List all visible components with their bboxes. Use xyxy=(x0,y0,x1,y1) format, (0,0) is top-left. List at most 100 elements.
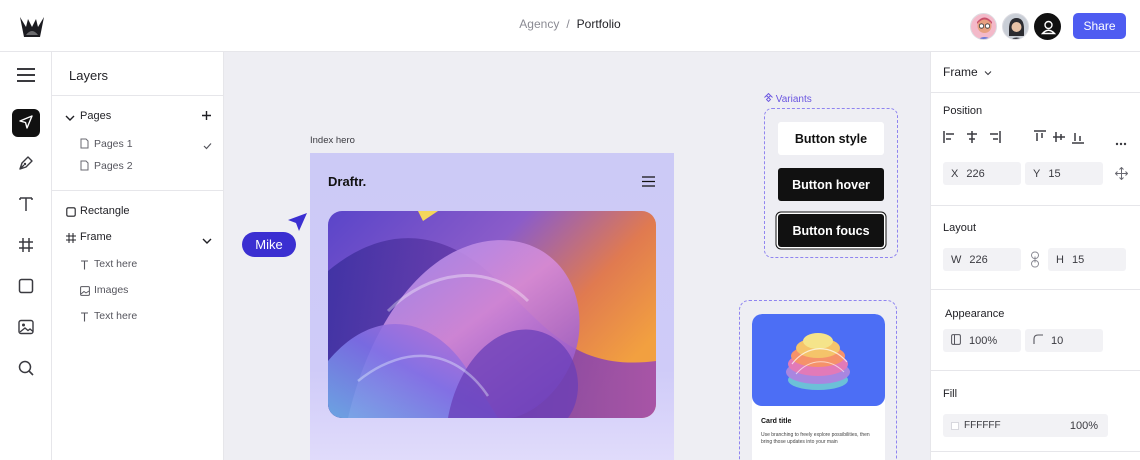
page-item-2[interactable]: Pages 2 xyxy=(94,160,133,172)
breadcrumb: Agency / Portfolio xyxy=(0,17,1140,31)
frame-dropdown[interactable]: Frame xyxy=(943,65,992,79)
layers-panel: Layers Pages Pages 1 Pages 2 Rectangle F… xyxy=(52,52,224,460)
y-label: Y xyxy=(1033,167,1041,180)
collaborator-cursor-icon xyxy=(286,212,308,235)
frame-dropdown-label: Frame xyxy=(943,65,978,79)
text-layer-icon xyxy=(80,259,89,273)
button-style-variant[interactable]: Button style xyxy=(778,122,884,155)
layer-frame[interactable]: Frame xyxy=(80,231,112,243)
properties-panel: Frame Position X 226 Y 15 Layout W 226 H… xyxy=(930,52,1140,460)
component-icon xyxy=(764,92,776,105)
layers-title: Layers xyxy=(69,68,109,83)
divider xyxy=(931,205,1140,206)
more-options-icon[interactable] xyxy=(1115,135,1127,149)
rectangle-tool-button[interactable] xyxy=(12,273,40,301)
check-icon xyxy=(203,139,212,153)
frame-layer-icon xyxy=(66,232,76,246)
page-doc-icon xyxy=(80,160,89,174)
align-right-icon[interactable] xyxy=(987,131,1001,146)
opacity-field[interactable]: 100% xyxy=(943,329,1021,352)
canvas[interactable]: Index hero Draftr. Mike Variants Button … xyxy=(224,52,930,460)
appearance-title: Appearance xyxy=(945,308,1005,320)
collaborator-name-tag: Mike xyxy=(242,232,296,257)
send-arrow-icon xyxy=(18,114,34,133)
layer-rectangle[interactable]: Rectangle xyxy=(80,205,130,217)
width-field[interactable]: W 226 xyxy=(943,248,1021,271)
card-description: Use branching to freely explore possibil… xyxy=(761,432,870,446)
move-crosshair-icon[interactable] xyxy=(1114,166,1129,183)
chevron-down-icon xyxy=(984,65,992,79)
text-icon xyxy=(17,195,35,216)
layer-images[interactable]: Images xyxy=(94,284,128,296)
text-tool-button[interactable] xyxy=(12,191,40,219)
divider xyxy=(931,92,1140,93)
variants-frame[interactable]: Button style Button hover Button foucs xyxy=(764,108,898,258)
button-hover-variant[interactable]: Button hover xyxy=(778,168,884,201)
fill-swatch[interactable] xyxy=(951,421,959,430)
text-layer-icon xyxy=(80,311,89,325)
variants-label: Variants xyxy=(764,92,812,105)
fill-title: Fill xyxy=(943,388,958,400)
layer-text-2[interactable]: Text here xyxy=(94,310,137,322)
x-label: X xyxy=(951,167,959,180)
image-tool-button[interactable] xyxy=(12,314,40,342)
variants-text: Variants xyxy=(775,94,812,105)
button-focus-variant[interactable]: Button foucs xyxy=(778,214,884,247)
corner-radius-field[interactable]: 10 xyxy=(1025,329,1103,352)
move-tool-button[interactable] xyxy=(12,109,40,137)
align-middle-icon[interactable] xyxy=(1053,130,1065,147)
fill-color-field[interactable]: FFFFFF 100% xyxy=(943,414,1108,437)
card-image xyxy=(752,314,885,406)
image-icon xyxy=(17,318,35,339)
y-value: 15 xyxy=(1048,167,1061,180)
w-value: 226 xyxy=(969,253,988,266)
y-position-field[interactable]: Y 15 xyxy=(1025,162,1103,185)
breadcrumb-current[interactable]: Portfolio xyxy=(577,17,621,31)
align-center-icon[interactable] xyxy=(965,131,979,146)
divider xyxy=(931,289,1140,290)
divider xyxy=(52,95,224,96)
card-title: Card title xyxy=(761,418,792,425)
page-doc-icon xyxy=(80,138,89,152)
hero-title: Draftr. xyxy=(328,174,367,189)
menu-icon[interactable] xyxy=(16,67,36,83)
pen-tool-button[interactable] xyxy=(12,150,40,178)
position-title: Position xyxy=(943,105,983,117)
align-bottom-icon[interactable] xyxy=(1072,130,1084,147)
h-label: H xyxy=(1056,253,1064,266)
square-icon xyxy=(17,277,35,298)
corner-radius-value: 10 xyxy=(1051,334,1064,347)
height-field[interactable]: H 15 xyxy=(1048,248,1126,271)
chevron-down-icon[interactable] xyxy=(65,111,75,125)
x-value: 226 xyxy=(966,167,985,180)
divider xyxy=(52,190,224,191)
add-page-icon[interactable] xyxy=(201,110,212,124)
divider xyxy=(931,451,1140,452)
link-icon[interactable] xyxy=(1030,251,1040,271)
x-position-field[interactable]: X 226 xyxy=(943,162,1021,185)
breadcrumb-separator: / xyxy=(566,17,570,31)
image-layer-icon xyxy=(80,285,90,299)
share-button[interactable]: Share xyxy=(1073,13,1126,39)
pen-icon xyxy=(17,154,35,175)
chevron-down-icon[interactable] xyxy=(202,234,212,248)
breadcrumb-parent[interactable]: Agency xyxy=(519,17,559,31)
hamburger-icon[interactable] xyxy=(642,176,655,190)
w-label: W xyxy=(951,253,962,266)
pages-label[interactable]: Pages xyxy=(80,110,111,122)
align-left-icon[interactable] xyxy=(943,131,957,146)
hero-image xyxy=(328,211,656,418)
tool-rail xyxy=(0,52,52,460)
page-item-1[interactable]: Pages 1 xyxy=(94,138,133,150)
avatar[interactable] xyxy=(970,13,997,40)
layer-text-1[interactable]: Text here xyxy=(94,258,137,270)
card-component[interactable]: Card title Use branching to freely explo… xyxy=(752,314,885,460)
user-avatar-icon[interactable] xyxy=(1034,13,1061,40)
avatar[interactable] xyxy=(1002,13,1029,40)
frame-tool-button[interactable] xyxy=(12,232,40,260)
search-tool-button[interactable] xyxy=(12,355,40,383)
hero-frame[interactable]: Draftr. xyxy=(310,153,674,460)
align-top-icon[interactable] xyxy=(1034,130,1046,147)
hash-icon xyxy=(17,236,35,257)
frame-label: Index hero xyxy=(310,135,355,146)
